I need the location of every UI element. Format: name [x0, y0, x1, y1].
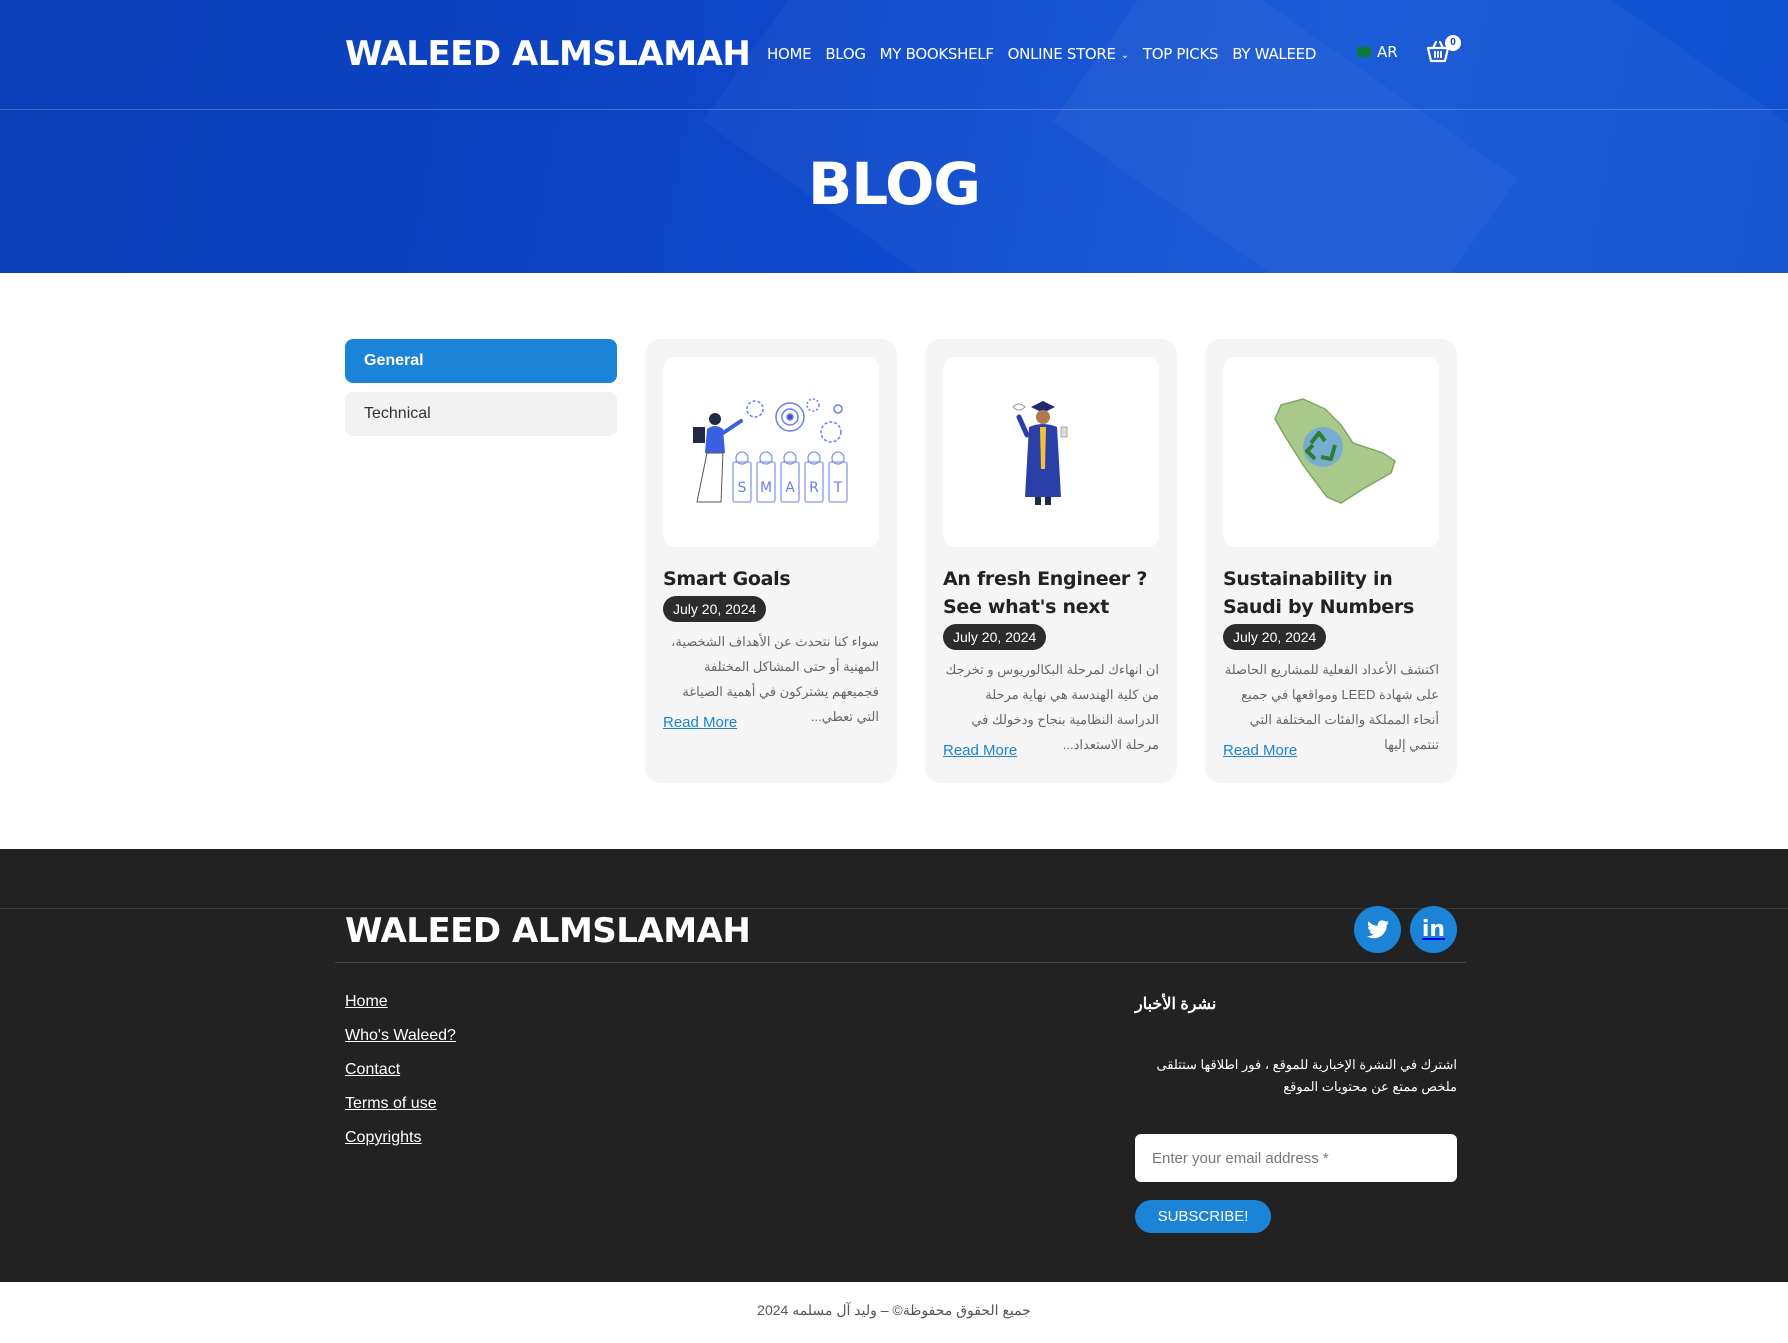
- read-more-link[interactable]: Read More: [943, 742, 1017, 759]
- linkedin-icon: in: [1421, 917, 1446, 942]
- smart-letter-t: T: [833, 480, 843, 496]
- footer-separator: [335, 962, 1466, 963]
- footer-link-copyrights[interactable]: Copyrights: [345, 1128, 456, 1147]
- nav-my-bookshelf[interactable]: MY BOOKSHELF: [880, 45, 994, 63]
- language-label: AR: [1377, 43, 1398, 61]
- footer-link-whos-waleed[interactable]: Who's Waleed?: [345, 1026, 456, 1045]
- navbar: WALEED ALMSLAMAH HOME BLOG MY BOOKSHELF …: [0, 0, 1788, 110]
- footer-link-home[interactable]: Home: [345, 992, 456, 1011]
- nav-online-store[interactable]: ONLINE STORE ⌄: [1008, 45, 1129, 63]
- email-field[interactable]: [1135, 1134, 1457, 1182]
- cart-count-badge: 0: [1445, 35, 1461, 51]
- chevron-down-icon: ⌄: [1120, 50, 1129, 61]
- nav-blog[interactable]: BLOG: [825, 45, 866, 63]
- nav-home[interactable]: HOME: [767, 45, 812, 63]
- footer-logo[interactable]: WALEED ALMSLAMAH: [345, 911, 751, 951]
- smart-letter-m: M: [760, 480, 772, 496]
- site-logo[interactable]: WALEED ALMSLAMAH: [345, 34, 751, 74]
- post-thumbnail[interactable]: [943, 357, 1159, 547]
- post-title[interactable]: An fresh Engineer ? See what's next: [943, 565, 1163, 621]
- smart-letter-s: S: [738, 480, 747, 496]
- footer-link-terms[interactable]: Terms of use: [345, 1094, 456, 1113]
- post-card: Sustainability in Saudi by Numbers July …: [1205, 339, 1457, 783]
- language-switcher[interactable]: AR: [1357, 43, 1398, 61]
- post-date-badge: July 20, 2024: [943, 624, 1047, 650]
- footer-link-contact[interactable]: Contact: [345, 1060, 456, 1079]
- graduate-illustration: [1012, 401, 1068, 505]
- nav-online-store-label: ONLINE STORE: [1007, 45, 1116, 63]
- post-date-badge: July 20, 2024: [1223, 624, 1327, 650]
- saudi-flag-icon: [1357, 47, 1371, 57]
- nav-by-waleed[interactable]: BY WALEED: [1232, 45, 1316, 63]
- footer-divider: [0, 908, 1788, 909]
- category-general[interactable]: General: [345, 339, 617, 383]
- footer-links: Home Who's Waleed? Contact Terms of use …: [345, 992, 456, 1162]
- read-more-link[interactable]: Read More: [663, 714, 737, 731]
- newsletter-title: نشرة الأخبار: [1135, 996, 1217, 1013]
- post-title[interactable]: Smart Goals: [663, 565, 883, 593]
- site-footer: WALEED ALMSLAMAH in Home Who's Waleed? C…: [0, 849, 1788, 1282]
- site-header: WALEED ALMSLAMAH HOME BLOG MY BOOKSHELF …: [0, 0, 1788, 273]
- page-title: BLOG: [807, 150, 981, 218]
- post-thumbnail[interactable]: [1223, 357, 1439, 547]
- twitter-icon: [1366, 919, 1389, 938]
- post-title[interactable]: Sustainability in Saudi by Numbers: [1223, 565, 1443, 621]
- main-nav: HOME BLOG MY BOOKSHELF ONLINE STORE ⌄ TOP…: [767, 45, 1330, 63]
- post-card: An fresh Engineer ? See what's next July…: [925, 339, 1177, 783]
- subscribe-button[interactable]: SUBSCRIBE!: [1135, 1200, 1271, 1233]
- linkedin-button[interactable]: in: [1410, 906, 1457, 953]
- smart-goals-illustration: S M A R T: [693, 398, 848, 503]
- twitter-button[interactable]: [1354, 906, 1401, 953]
- read-more-link[interactable]: Read More: [1223, 742, 1297, 759]
- newsletter-description: اشترك في النشرة الإخبارية للموقع ، فور ا…: [1156, 1057, 1457, 1094]
- copyright-text: جميع الحقوق محفوظة© – وليد آل مسلمه 2024: [757, 1302, 1031, 1318]
- nav-top-picks[interactable]: TOP PICKS: [1143, 45, 1219, 63]
- post-thumbnail[interactable]: S M A R T: [663, 357, 879, 547]
- post-date-badge: July 20, 2024: [663, 596, 767, 622]
- category-technical[interactable]: Technical: [345, 392, 617, 436]
- smart-letter-a: A: [785, 480, 795, 496]
- saudi-map-recycle-illustration: [1274, 398, 1396, 504]
- smart-letter-r: R: [809, 480, 819, 496]
- post-card: S M A R T Smart Goals July 20, 2024 سواء…: [645, 339, 897, 783]
